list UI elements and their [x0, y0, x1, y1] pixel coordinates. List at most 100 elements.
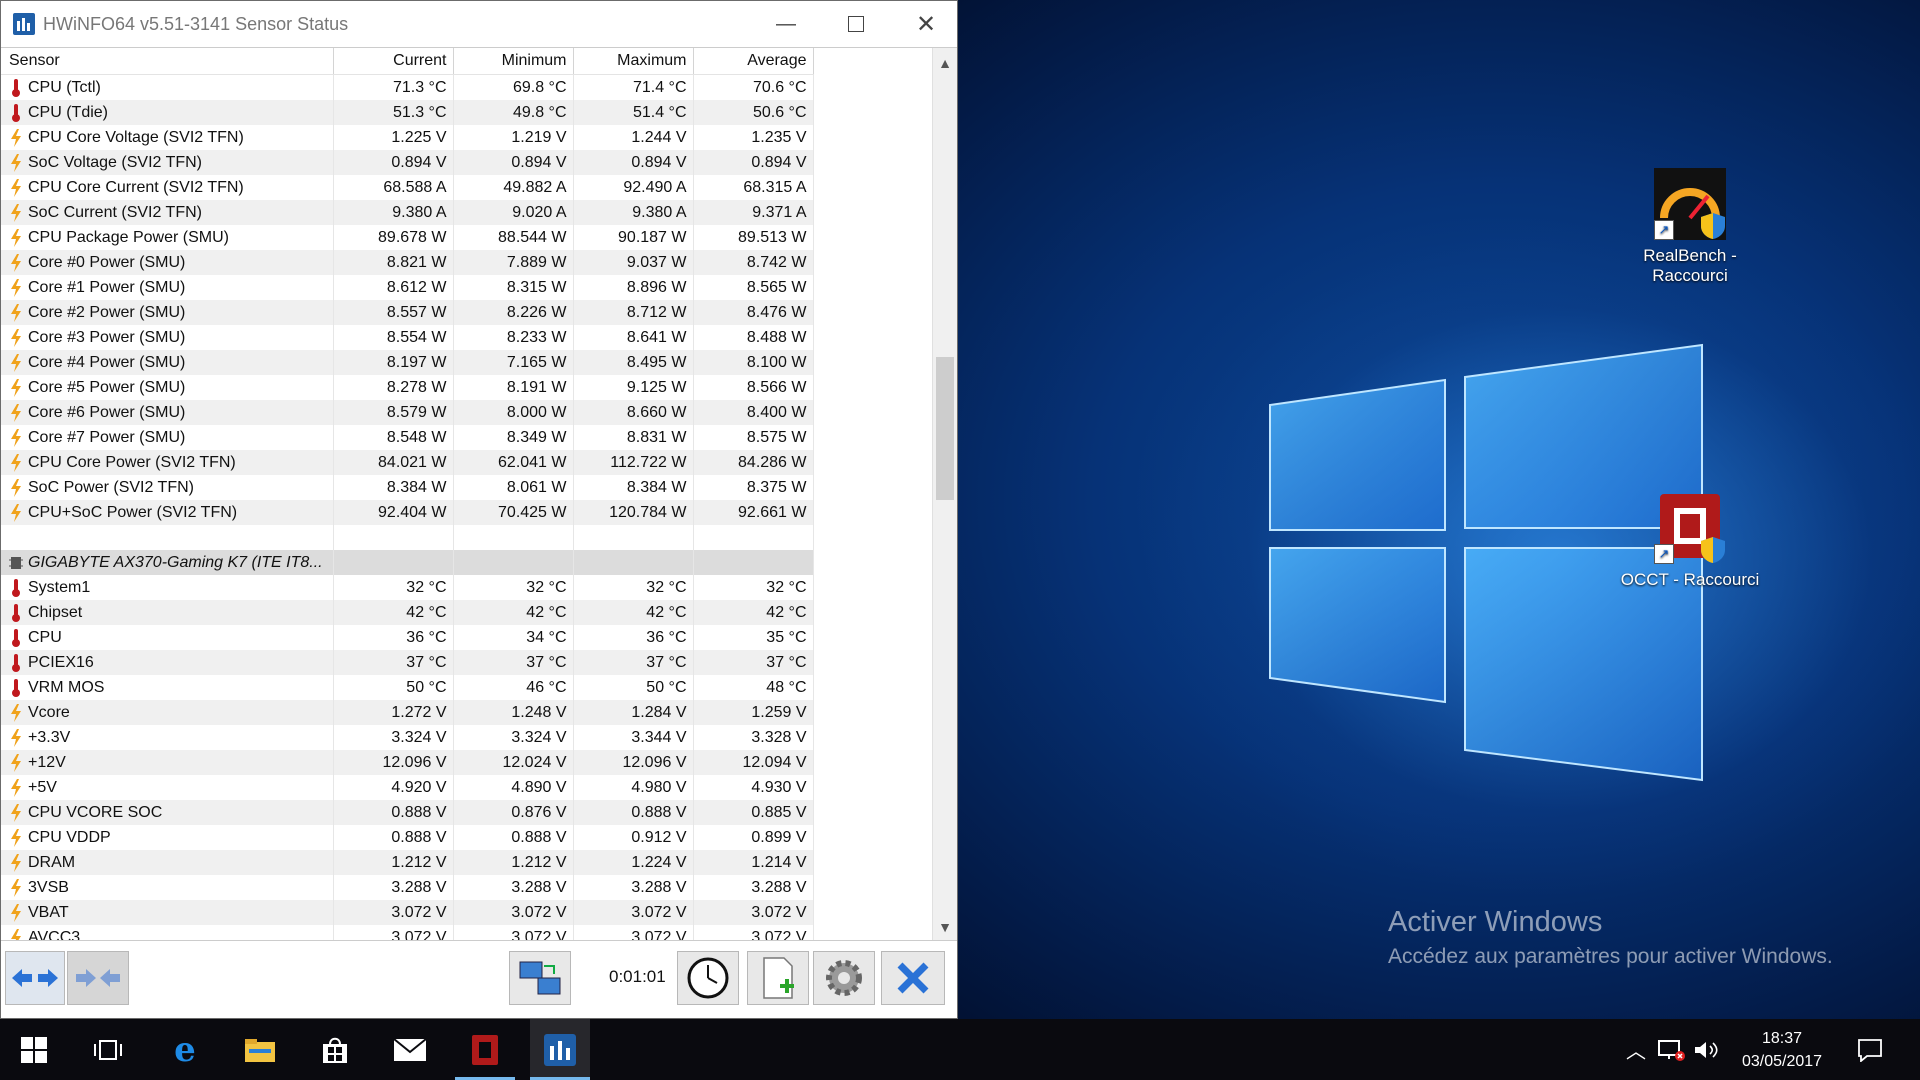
sensor-value-cur: 50 °C [333, 675, 454, 700]
table-row[interactable]: CPU Core Voltage (SVI2 TFN) 1.225 V 1.219 … [1, 125, 814, 150]
column-header-sensor[interactable]: Sensor [1, 48, 334, 75]
sensor-value-avg: 37 °C [693, 650, 814, 675]
table-row[interactable]: Core #5 Power (SMU) 8.278 W 8.191 W 9.125 W… [1, 375, 814, 400]
table-row[interactable]: VBAT 3.072 V 3.072 V 3.072 V 3.072 V [1, 900, 814, 925]
table-row[interactable]: CPU Core Current (SVI2 TFN) 68.588 A 49.88… [1, 175, 814, 200]
table-row[interactable]: SoC Current (SVI2 TFN) 9.380 A 9.020 A 9.38… [1, 200, 814, 225]
sensor-name: Core #3 Power (SMU) [28, 328, 186, 346]
column-header-average[interactable]: Average [693, 48, 814, 75]
expand-button[interactable] [5, 951, 65, 1005]
sensor-name: System1 [28, 578, 91, 596]
table-row[interactable]: Core #2 Power (SMU) 8.557 W 8.226 W 8.712 W… [1, 300, 814, 325]
sensor-value-min: 3.324 V [453, 725, 574, 750]
table-row[interactable]: CPU VCORE SOC 0.888 V 0.876 V 0.888 V 0.885 … [1, 800, 814, 825]
taskbar-edge[interactable]: e [155, 1019, 215, 1080]
sensor-value-max: 8.660 W [573, 400, 694, 425]
table-row[interactable]: CPU VDDP 0.888 V 0.888 V 0.912 V 0.899 V [1, 825, 814, 850]
table-row[interactable]: CPU (Tdie) 51.3 °C 49.8 °C 51.4 °C 50.6 °C [1, 100, 814, 125]
table-row[interactable]: AVCC3 3.072 V 3.072 V 3.072 V 3.072 V [1, 925, 814, 940]
table-row[interactable]: +12V 12.096 V 12.024 V 12.096 V 12.094 V [1, 750, 814, 775]
table-row[interactable]: Core #3 Power (SMU) 8.554 W 8.233 W 8.641 W… [1, 325, 814, 350]
action-center-button[interactable] [1848, 1019, 1892, 1080]
task-view-icon [94, 1039, 122, 1060]
settings-button[interactable] [813, 951, 875, 1005]
table-row[interactable] [1, 525, 814, 550]
close-button[interactable]: ✕ [891, 1, 961, 47]
taskbar-occt[interactable] [455, 1019, 515, 1080]
table-row[interactable]: 3VSB 3.288 V 3.288 V 3.288 V 3.288 V [1, 875, 814, 900]
table-row[interactable]: Core #0 Power (SMU) 8.821 W 7.889 W 9.037 W… [1, 250, 814, 275]
sensor-value-cur: 4.920 V [333, 775, 454, 800]
table-row[interactable]: CPU Package Power (SMU) 89.678 W 88.544 W9… [1, 225, 814, 250]
show-hidden-icons-icon[interactable]: ︿ [1622, 1035, 1650, 1064]
sensor-name: Core #4 Power (SMU) [28, 353, 186, 371]
vertical-scrollbar[interactable]: ▲ ▼ [932, 48, 957, 940]
column-header-current[interactable]: Current [333, 48, 454, 75]
table-row[interactable]: PCIEX16 37 °C 37 °C 37 °C 37 °C [1, 650, 814, 675]
table-row[interactable]: CPU (Tctl) 71.3 °C 69.8 °C 71.4 °C 70.6 °C [1, 74, 814, 100]
close-sensors-button[interactable] [881, 951, 945, 1005]
sensor-name: DRAM [28, 853, 76, 871]
reset-clock-button[interactable] [677, 951, 739, 1005]
table-row[interactable]: SoC Power (SVI2 TFN) 8.384 W 8.061 W 8.384 … [1, 475, 814, 500]
sensor-value-avg: 0.899 V [693, 825, 814, 850]
sensor-value-avg: 68.315 A [693, 175, 814, 200]
sensor-value-avg: 92.661 W [693, 500, 814, 525]
table-row[interactable]: DRAM 1.212 V 1.212 V 1.224 V 1.214 V [1, 850, 814, 875]
sensor-value-min: 69.8 °C [453, 74, 574, 100]
taskbar-clock[interactable]: 18:37 03/05/2017 [1730, 1027, 1834, 1073]
minimize-button[interactable]: — [751, 1, 821, 47]
scroll-down-arrow-icon[interactable]: ▼ [933, 916, 957, 938]
title-bar[interactable]: HWiNFO64 v5.51-3141 Sensor Status — ✕ [1, 1, 957, 47]
desktop-icon-occt[interactable]: ↗ OCCT - Raccourci [1620, 492, 1760, 590]
sensor-name-cell: CPU [1, 625, 334, 650]
sensor-name-cell: CPU+SoC Power (SVI2 TFN) [1, 500, 334, 525]
logging-button[interactable] [747, 951, 809, 1005]
sensor-value-avg: 0.885 V [693, 800, 814, 825]
sensor-value-cur: 0.888 V [333, 800, 454, 825]
taskbar-file-explorer[interactable] [230, 1019, 290, 1080]
taskbar-hwinfo[interactable] [530, 1019, 590, 1080]
sensor-value-cur: 3.072 V [333, 900, 454, 925]
desktop-icon-label: RealBench - [1643, 246, 1737, 265]
table-row[interactable]: Core #4 Power (SMU) 8.197 W 7.165 W 8.495 W… [1, 350, 814, 375]
collapse-button[interactable] [67, 951, 129, 1005]
scrollbar-thumb[interactable] [936, 357, 954, 500]
sensor-value-cur: 92.404 W [333, 500, 454, 525]
network-button[interactable] [509, 951, 571, 1005]
table-row[interactable]: +3.3V 3.324 V 3.324 V 3.344 V 3.328 V [1, 725, 814, 750]
table-row[interactable]: Core #6 Power (SMU) 8.579 W 8.000 W 8.660 W… [1, 400, 814, 425]
scroll-up-arrow-icon[interactable]: ▲ [933, 52, 957, 74]
sensor-value-min: 8.226 W [453, 300, 574, 325]
table-row[interactable]: Vcore 1.272 V 1.248 V 1.284 V 1.259 V [1, 700, 814, 725]
column-header-minimum[interactable]: Minimum [453, 48, 574, 75]
lightning-bolt-icon [11, 803, 21, 822]
elapsed-timer: 0:01:01 [609, 967, 666, 986]
sensor-value-avg [693, 525, 814, 550]
network-disconnected-icon[interactable] [1656, 1038, 1686, 1062]
desktop-icon-realbench[interactable]: ↗ RealBench - Raccourci [1630, 168, 1750, 286]
table-row[interactable]: CPU 36 °C 34 °C 36 °C 35 °C [1, 625, 814, 650]
table-row[interactable]: CPU+SoC Power (SVI2 TFN) 92.404 W 70.425 W… [1, 500, 814, 525]
table-row[interactable]: Chipset 42 °C 42 °C 42 °C 42 °C [1, 600, 814, 625]
table-row[interactable]: VRM MOS 50 °C 46 °C 50 °C 48 °C [1, 675, 814, 700]
table-row[interactable]: SoC Voltage (SVI2 TFN) 0.894 V 0.894 V 0.89… [1, 150, 814, 175]
sensor-name: CPU [28, 628, 62, 646]
table-row[interactable]: CPU Core Power (SVI2 TFN) 84.021 W 62.041 … [1, 450, 814, 475]
maximize-button[interactable] [821, 1, 891, 47]
sensor-group-row[interactable]: GIGABYTE AX370-Gaming K7 (ITE IT8... [1, 550, 814, 575]
column-header-maximum[interactable]: Maximum [573, 48, 694, 75]
table-row[interactable]: Core #1 Power (SMU) 8.612 W 8.315 W 8.896 W… [1, 275, 814, 300]
table-row[interactable]: +5V 4.920 V 4.890 V 4.980 V 4.930 V [1, 775, 814, 800]
sensor-value-max: 92.490 A [573, 175, 694, 200]
sensor-value-min: 3.072 V [453, 925, 574, 940]
taskbar-store[interactable] [305, 1019, 365, 1080]
sensor-name: VRM MOS [28, 678, 105, 696]
start-button[interactable] [4, 1019, 64, 1080]
table-row[interactable]: System1 32 °C 32 °C 32 °C 32 °C [1, 575, 814, 600]
task-view-button[interactable] [78, 1019, 138, 1080]
taskbar-mail[interactable] [380, 1019, 440, 1080]
sensor-name-cell: +12V [1, 750, 334, 775]
volume-icon[interactable] [1692, 1038, 1720, 1062]
table-row[interactable]: Core #7 Power (SMU) 8.548 W 8.349 W 8.831 W… [1, 425, 814, 450]
